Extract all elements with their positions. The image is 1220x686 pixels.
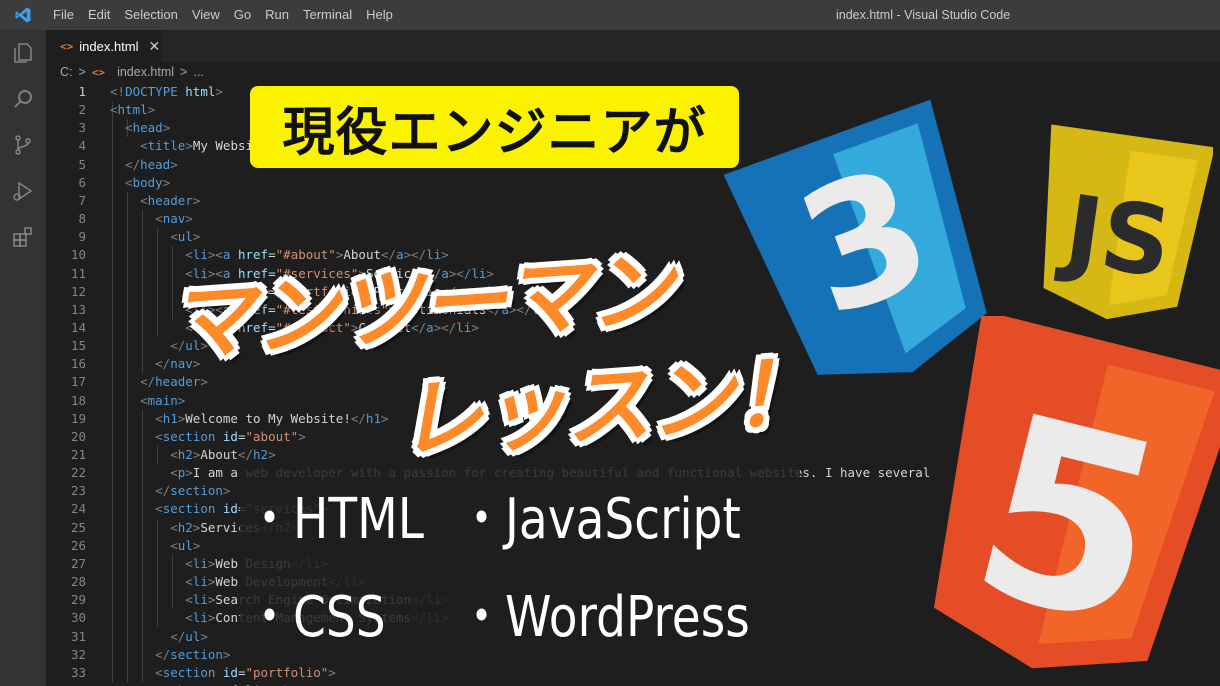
line-number: 4 — [78, 138, 86, 154]
line-number: 10 — [70, 247, 86, 263]
breadcrumb-separator: > — [78, 65, 86, 79]
code-text: <h2>Portfolio</h2> — [110, 682, 306, 686]
breadcrumb-file[interactable]: index.html — [117, 65, 174, 79]
line-number: 26 — [70, 537, 86, 553]
code-text: <nav> — [110, 211, 193, 227]
line-number: 14 — [70, 319, 86, 335]
html-file-icon: <> — [91, 65, 106, 79]
line-number: 25 — [70, 519, 86, 535]
line-number: 15 — [70, 338, 86, 354]
code-text: </ul> — [110, 628, 208, 644]
line-number: 2 — [78, 102, 86, 118]
explorer-icon[interactable] — [0, 30, 46, 76]
code-text: <h1>Welcome to My Website!</h1> — [110, 410, 389, 426]
line-number: 30 — [70, 610, 86, 626]
code-text: <!DOCTYPE html> — [110, 84, 223, 99]
title-bar: File Edit Selection View Go Run Terminal… — [0, 0, 1220, 30]
code-text: </head> — [110, 156, 178, 172]
skill-css: ・CSS — [246, 585, 386, 650]
menu-go[interactable]: Go — [227, 0, 258, 30]
line-number: 21 — [70, 447, 86, 462]
line-number: 5 — [78, 156, 86, 172]
code-text: <html> — [110, 102, 156, 118]
window-title: index.html - Visual Studio Code — [836, 8, 1011, 22]
menu-bar: File Edit Selection View Go Run Terminal… — [46, 0, 400, 30]
line-number: 8 — [78, 211, 86, 227]
code-text: </section> — [110, 646, 231, 662]
line-number: 3 — [78, 120, 86, 136]
code-text: <head> — [110, 120, 171, 136]
line-number: 23 — [70, 483, 86, 499]
line-number: 32 — [70, 646, 86, 662]
line-number: 29 — [70, 592, 86, 608]
code-text: <h2>About</h2> — [110, 447, 276, 462]
tab-label: index.html — [79, 38, 139, 54]
source-control-icon[interactable] — [0, 122, 46, 168]
js-letters: JS — [1053, 173, 1178, 299]
line-number: 12 — [70, 283, 86, 299]
line-number: 33 — [70, 664, 86, 680]
javascript-logo-icon: JS — [1043, 124, 1213, 320]
line-number: 28 — [70, 574, 86, 590]
line-number: 17 — [70, 374, 86, 390]
line-number: 22 — [70, 465, 86, 481]
html5-logo-icon: 5 — [933, 316, 1220, 683]
tab-index-html[interactable]: <> index.html ✕ — [46, 30, 162, 62]
line-number: 19 — [70, 410, 86, 426]
breadcrumb-separator: > — [180, 65, 188, 79]
headline-banner: 現役エンジニアが — [250, 86, 739, 168]
line-number: 16 — [70, 356, 86, 372]
breadcrumb: C: > <> index.html > ... — [46, 62, 1220, 82]
code-text: <ul> — [110, 229, 201, 245]
line-number: 24 — [70, 501, 86, 517]
code-text: <section id="portfolio"> — [110, 664, 336, 680]
line-number: 20 — [70, 428, 86, 444]
line-number: 11 — [70, 265, 86, 281]
code-text: <section id="about"> — [110, 428, 306, 444]
line-number: 27 — [70, 555, 86, 571]
menu-edit[interactable]: Edit — [81, 0, 117, 30]
skill-html: ・HTML — [246, 487, 424, 552]
code-text: </section> — [110, 483, 231, 499]
code-text: <header> — [110, 192, 201, 208]
line-number: 1 — [78, 84, 86, 99]
line-number: 7 — [78, 192, 86, 208]
line-number: 13 — [70, 301, 86, 317]
menu-selection[interactable]: Selection — [117, 0, 184, 30]
skill-wordpress: ・WordPress — [458, 585, 750, 650]
search-icon[interactable] — [0, 76, 46, 122]
menu-run[interactable]: Run — [258, 0, 296, 30]
menu-help[interactable]: Help — [359, 0, 400, 30]
menu-view[interactable]: View — [185, 0, 227, 30]
banner-text: 現役エンジニアが — [282, 102, 707, 163]
html-file-icon: <> — [60, 39, 74, 53]
code-text: <main> — [110, 392, 186, 408]
line-number: 34 — [46, 682, 86, 686]
extensions-icon[interactable] — [0, 214, 46, 260]
close-tab-icon[interactable]: ✕ — [149, 38, 161, 55]
run-debug-icon[interactable] — [0, 168, 46, 214]
vscode-logo-icon — [0, 0, 46, 30]
breadcrumb-more[interactable]: ... — [193, 65, 203, 79]
tab-bar: <> index.html ✕ — [46, 30, 1220, 62]
line-number: 18 — [70, 392, 86, 408]
line-number: 9 — [78, 229, 86, 245]
menu-file[interactable]: File — [46, 0, 81, 30]
line-number: 31 — [70, 628, 86, 644]
breadcrumb-drive[interactable]: C: — [60, 65, 73, 79]
activity-bar — [0, 30, 46, 686]
menu-terminal[interactable]: Terminal — [296, 0, 359, 30]
code-text: <ul> — [110, 537, 201, 553]
skill-javascript: ・JavaScript — [458, 487, 741, 552]
code-text: <body> — [110, 174, 171, 190]
line-number: 6 — [78, 174, 86, 190]
